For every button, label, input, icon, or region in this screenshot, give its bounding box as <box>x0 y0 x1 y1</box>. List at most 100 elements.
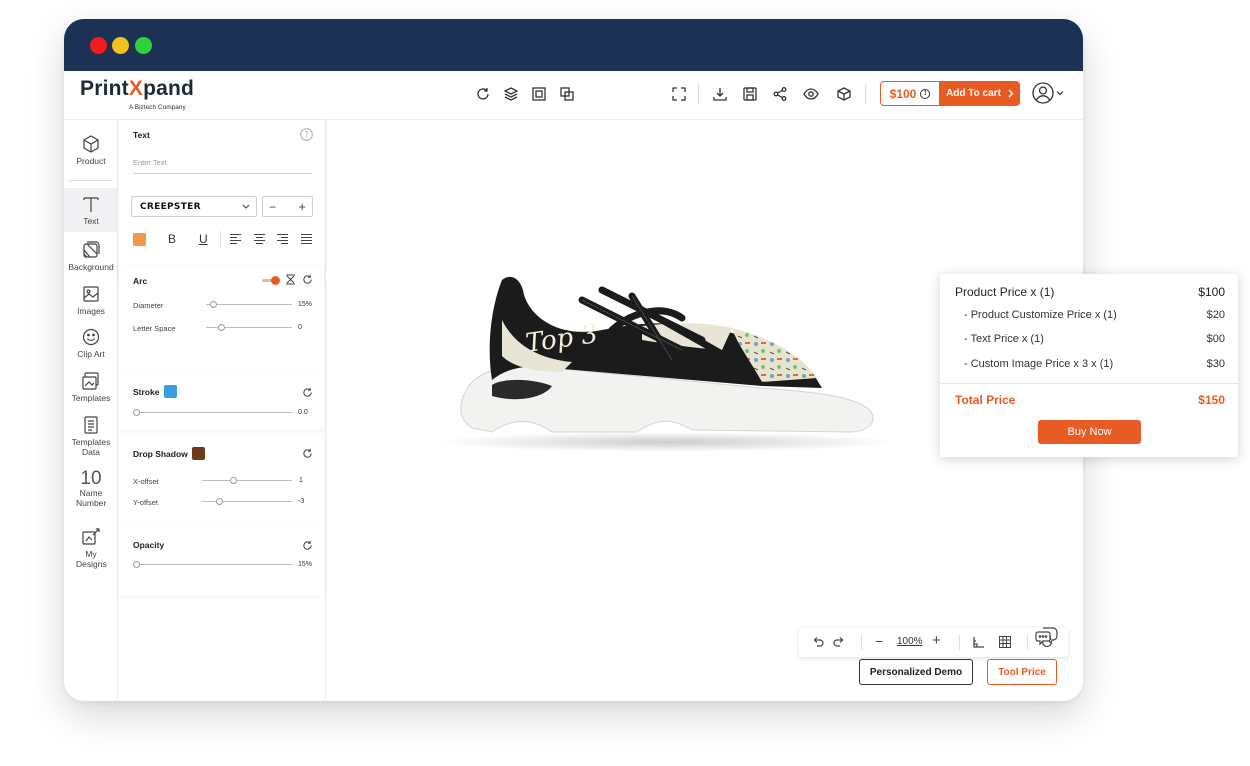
plus-icon[interactable]: + <box>298 199 306 214</box>
text-options-panel: Text ? Enter Text CREEPSTER − + B U Arc … <box>119 120 326 701</box>
undo-icon[interactable] <box>811 635 825 649</box>
cube-icon <box>83 135 99 153</box>
toolbar-divider <box>698 84 699 104</box>
redo-icon[interactable] <box>832 635 846 649</box>
shadow-color-swatch[interactable] <box>192 447 205 460</box>
3d-view-icon[interactable] <box>835 85 853 103</box>
chevron-down-icon[interactable] <box>1056 89 1064 97</box>
preview-icon[interactable] <box>802 85 820 103</box>
maximize-window-button[interactable] <box>135 37 152 54</box>
user-icon[interactable] <box>1032 82 1054 104</box>
align-left-icon[interactable] <box>229 233 242 245</box>
text-icon <box>83 197 99 212</box>
y-offset-slider[interactable] <box>202 497 292 507</box>
sidebar-divider <box>68 180 112 181</box>
align-justify-icon[interactable] <box>300 233 313 245</box>
price-divider <box>940 383 1238 384</box>
sidebar-item-background[interactable]: Background <box>64 240 118 284</box>
stroke-card: Stroke 0.0 <box>119 374 324 430</box>
help-icon[interactable]: ? <box>300 128 313 141</box>
arrange-icon[interactable] <box>558 85 576 103</box>
stroke-slider[interactable] <box>133 408 293 418</box>
sidebar-item-text[interactable]: Text <box>64 188 118 232</box>
fullscreen-icon[interactable] <box>670 85 688 103</box>
buy-now-button[interactable]: Buy Now <box>1038 420 1141 444</box>
flip-icon[interactable] <box>284 273 297 286</box>
sidebar: Product Text Background Images Clip Art <box>64 120 118 701</box>
close-window-button[interactable] <box>90 37 107 54</box>
image-icon <box>83 286 99 302</box>
minus-icon[interactable]: − <box>269 200 276 214</box>
align-icon[interactable] <box>530 85 548 103</box>
sidebar-item-templates-data[interactable]: Templates Data <box>64 415 118 463</box>
price-row: - Product Customize Price x (1) $20 <box>964 309 1225 321</box>
panel-title: Text <box>133 130 150 140</box>
brand-tagline: A Biztech Company <box>129 104 186 111</box>
templates-data-icon <box>84 416 98 434</box>
price-row: - Text Price x (1) $00 <box>964 333 1225 345</box>
zoom-toolbar: − 100% + <box>799 628 1068 657</box>
sidebar-item-my-designs[interactable]: My Designs <box>64 527 118 575</box>
sidebar-item-templates[interactable]: Templates <box>64 371 118 415</box>
shoe-product-image: Top 3 <box>437 276 892 452</box>
text-color-swatch[interactable] <box>133 233 146 246</box>
svg-text:?: ? <box>305 130 309 139</box>
zoom-level[interactable]: 100% <box>897 636 923 647</box>
sidebar-item-images[interactable]: Images <box>64 284 118 328</box>
minimize-window-button[interactable] <box>112 37 129 54</box>
layers-icon[interactable] <box>502 85 520 103</box>
price-row: Product Price x (1) $100 <box>955 285 1225 299</box>
zoom-in-icon[interactable]: + <box>932 632 941 649</box>
share-icon[interactable] <box>771 85 789 103</box>
app-window: PrintXpand A Biztech Company $100 ! Add … <box>64 19 1083 701</box>
bold-icon[interactable]: B <box>168 232 176 246</box>
zoom-divider <box>959 635 960 650</box>
reset-opacity-icon[interactable] <box>302 540 313 551</box>
reset-arc-icon[interactable] <box>302 274 313 285</box>
reset-shadow-icon[interactable] <box>302 448 313 459</box>
x-offset-slider[interactable] <box>202 476 292 486</box>
underline-icon[interactable]: U <box>199 232 208 246</box>
format-divider <box>220 231 221 247</box>
zoom-out-icon[interactable]: − <box>875 633 883 649</box>
letter-space-slider[interactable] <box>206 323 292 333</box>
opacity-slider[interactable] <box>133 560 293 570</box>
arc-toggle[interactable] <box>262 276 280 285</box>
opacity-card: Opacity 15% <box>119 526 324 596</box>
number-icon: 10 <box>80 468 102 489</box>
templates-icon <box>82 372 99 390</box>
info-icon: ! <box>920 88 931 99</box>
app-stage: PrintXpand A Biztech Company $100 ! Add … <box>0 0 1250 766</box>
stroke-color-swatch[interactable] <box>164 385 177 398</box>
tool-price-button[interactable]: Tool Price <box>987 659 1057 685</box>
align-center-icon[interactable] <box>253 233 266 245</box>
text-input[interactable]: Enter Text <box>133 156 312 174</box>
total-price-row: Total Price $150 <box>955 393 1225 407</box>
zoom-divider <box>1027 635 1028 650</box>
sidebar-item-product[interactable]: Product <box>64 134 118 184</box>
font-select[interactable]: CREEPSTER <box>131 196 257 217</box>
reset-stroke-icon[interactable] <box>302 387 313 398</box>
price-breakdown-panel: Product Price x (1) $100 - Product Custom… <box>940 274 1238 457</box>
zoom-divider <box>861 635 862 650</box>
add-to-cart-button[interactable]: Add To cart <box>940 81 1020 106</box>
background-icon <box>83 241 100 258</box>
personalized-demo-button[interactable]: Personalized Demo <box>859 659 973 685</box>
toolbar-divider <box>865 84 866 104</box>
chat-icon[interactable] <box>1035 625 1059 647</box>
sidebar-item-clip-art[interactable]: Clip Art <box>64 327 118 371</box>
my-designs-icon <box>82 528 100 545</box>
window-titlebar <box>64 19 1083 71</box>
grid-icon[interactable] <box>998 635 1012 649</box>
chevron-down-icon <box>242 204 250 209</box>
sidebar-item-name-number[interactable]: 10 Name Number <box>64 468 118 514</box>
diameter-slider[interactable] <box>206 300 292 310</box>
font-size-stepper[interactable]: − + <box>262 196 313 217</box>
price-button[interactable]: $100 ! <box>880 81 940 106</box>
ruler-icon[interactable] <box>972 635 986 649</box>
align-right-icon[interactable] <box>276 233 289 245</box>
text-input-card: Text ? Enter Text CREEPSTER − + B U <box>119 120 324 285</box>
save-icon[interactable] <box>741 85 759 103</box>
refresh-icon[interactable] <box>474 85 492 103</box>
download-icon[interactable] <box>711 85 729 103</box>
